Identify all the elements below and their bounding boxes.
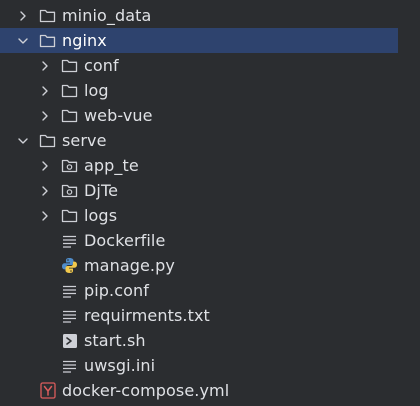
- yaml-file-icon: [39, 382, 56, 399]
- tree-item-label: nginx: [62, 31, 107, 50]
- tree-item-label: uwsgi.ini: [84, 356, 156, 375]
- tree-item-label: manage.py: [84, 256, 175, 275]
- folder-icon: [39, 8, 56, 24]
- chevron-right-icon[interactable]: [37, 58, 53, 74]
- text-file-icon: [61, 358, 78, 374]
- chevron-right-icon[interactable]: [37, 158, 53, 174]
- tree-item-label: pip.conf: [84, 281, 150, 300]
- tree-item-web-vue[interactable]: web-vue: [0, 103, 420, 128]
- tree-item-label: web-vue: [84, 106, 153, 125]
- scrollbar-gutter: [398, 0, 420, 406]
- chevron-right-icon[interactable]: [15, 8, 31, 24]
- tree-item-label: DjTe: [84, 181, 119, 200]
- tree-item-label: minio_data: [62, 6, 152, 25]
- tree-item-uwsgi-ini[interactable]: uwsgi.ini: [0, 353, 420, 378]
- folder-icon: [61, 83, 78, 99]
- tree-item-label: docker-compose.yml: [62, 381, 230, 400]
- shell-script-icon: [61, 333, 78, 349]
- tree-item-docker-compose-yml[interactable]: docker-compose.yml: [0, 378, 420, 403]
- tree-item-log[interactable]: log: [0, 78, 420, 103]
- folder-icon: [39, 33, 56, 49]
- tree-item-manage-py[interactable]: manage.py: [0, 253, 420, 278]
- tree-item-label: start.sh: [84, 331, 146, 350]
- tree-item-label: serve: [62, 131, 107, 150]
- text-file-icon: [61, 233, 78, 249]
- tree-item-serve[interactable]: serve: [0, 128, 420, 153]
- tree-item-label: logs: [84, 206, 118, 225]
- tree-item-label: Dockerfile: [84, 231, 166, 250]
- tree-item-requirments-txt[interactable]: requirments.txt: [0, 303, 420, 328]
- text-file-icon: [61, 283, 78, 299]
- text-file-icon: [61, 308, 78, 324]
- tree-item-djte[interactable]: DjTe: [0, 178, 420, 203]
- folder-icon: [61, 58, 78, 74]
- folder-icon: [39, 133, 56, 149]
- tree-item-logs[interactable]: logs: [0, 203, 420, 228]
- folder-icon: [61, 108, 78, 124]
- tree-item-app-te[interactable]: app_te: [0, 153, 420, 178]
- tree-item-dockerfile[interactable]: Dockerfile: [0, 228, 420, 253]
- python-file-icon: [61, 258, 78, 274]
- tree-item-label: requirments.txt: [84, 306, 210, 325]
- python-package-icon: [61, 183, 78, 199]
- chevron-right-icon[interactable]: [37, 183, 53, 199]
- chevron-down-icon[interactable]: [15, 33, 31, 49]
- tree-item-label: conf: [84, 56, 119, 75]
- folder-icon: [61, 208, 78, 224]
- tree-item-minio-data[interactable]: minio_data: [0, 3, 420, 28]
- tree-item-pip-conf[interactable]: pip.conf: [0, 278, 420, 303]
- tree-item-nginx[interactable]: nginx: [0, 28, 398, 53]
- tree-item-label: log: [84, 81, 109, 100]
- python-package-icon: [61, 158, 78, 174]
- chevron-right-icon[interactable]: [37, 83, 53, 99]
- chevron-right-icon[interactable]: [37, 108, 53, 124]
- project-tree: minio_data nginx conf log web-vue serve …: [0, 0, 420, 406]
- chevron-down-icon[interactable]: [15, 133, 31, 149]
- tree-item-start-sh[interactable]: start.sh: [0, 328, 420, 353]
- chevron-right-icon[interactable]: [37, 208, 53, 224]
- tree-item-conf[interactable]: conf: [0, 53, 420, 78]
- tree-item-label: app_te: [84, 156, 139, 175]
